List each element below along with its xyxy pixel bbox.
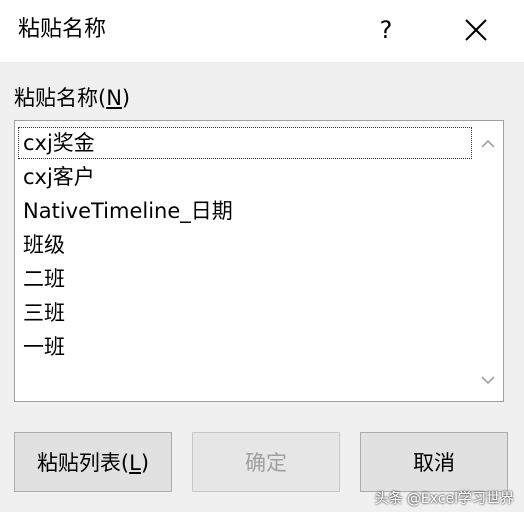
list-item[interactable]: 一班 [17, 330, 473, 364]
names-list-label: 粘贴名称(N) [14, 84, 130, 112]
list-item[interactable]: 班级 [17, 228, 473, 262]
names-listbox[interactable]: cxj奖金 cxj客户 NativeTimeline_日期 班级 二班 三班 一班 [14, 120, 504, 402]
chevron-up-icon [481, 139, 495, 148]
scroll-up-button[interactable] [474, 130, 502, 158]
paste-list-button[interactable]: 粘贴列表(L) [14, 432, 172, 492]
title-bar: 粘贴名称 ? [0, 0, 524, 62]
watermark: 头条 @Excel学习世界 [374, 491, 514, 507]
list-item[interactable]: cxj奖金 [17, 126, 473, 160]
ok-button[interactable]: 确定 [192, 432, 340, 492]
names-list-label-suffix: ) [121, 86, 131, 110]
names-list-label-prefix: 粘贴名称( [14, 86, 107, 110]
list-item[interactable]: cxj客户 [17, 160, 473, 194]
list-item[interactable]: 三班 [17, 296, 473, 330]
cancel-button[interactable]: 取消 [360, 432, 508, 492]
list-item[interactable]: 二班 [17, 262, 473, 296]
names-list-items: cxj奖金 cxj客户 NativeTimeline_日期 班级 二班 三班 一班 [17, 126, 473, 364]
paste-list-label-suffix: ) [140, 451, 150, 475]
names-list-label-mnemonic: N [106, 86, 122, 110]
chevron-down-icon [481, 376, 495, 385]
close-icon [465, 19, 487, 41]
vertical-scrollbar[interactable] [474, 122, 502, 400]
list-item[interactable]: NativeTimeline_日期 [17, 194, 473, 228]
paste-list-label-mnemonic: L [129, 451, 141, 475]
help-button[interactable]: ? [370, 12, 402, 48]
paste-name-dialog: 粘贴名称 ? 粘贴名称(N) cxj奖金 cxj客户 NativeTimeline_… [0, 0, 524, 512]
paste-list-label-prefix: 粘贴列表( [36, 451, 130, 475]
scroll-down-button[interactable] [474, 366, 502, 394]
close-button[interactable] [460, 14, 492, 46]
dialog-title: 粘贴名称 [18, 17, 107, 42]
